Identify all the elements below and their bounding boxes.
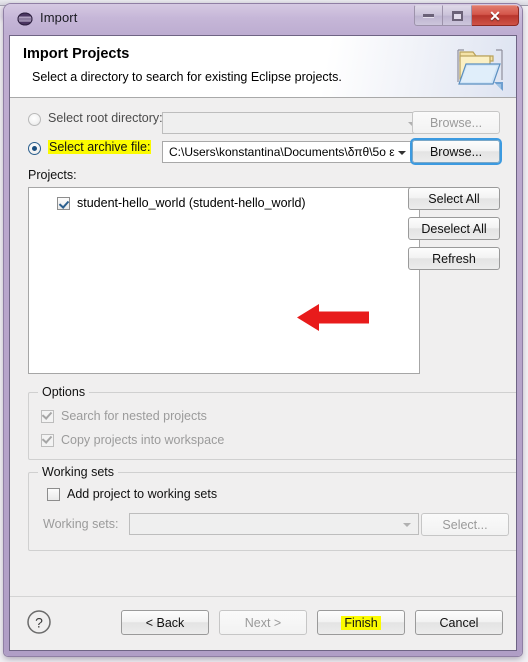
footer-buttons: < Back Next > Finish Cancel	[121, 610, 503, 635]
dialog-body: Select root directory: Browse... Select …	[10, 98, 516, 650]
dialog-footer: ? < Back Next > Finish Cancel	[10, 596, 516, 650]
next-button: Next >	[219, 610, 307, 635]
archive-file-value: C:\Users\konstantina\Documents\δπθ\5ο ε	[169, 145, 395, 159]
projects-list[interactable]: student-hello_world (student-hello_world…	[28, 187, 420, 374]
close-button[interactable]: ✕	[472, 5, 519, 26]
list-item[interactable]: student-hello_world (student-hello_world…	[29, 193, 419, 213]
window-controls: ✕	[414, 5, 519, 26]
root-directory-combo	[162, 112, 424, 134]
option-label-search-nested-projects: Search for nested projects	[61, 409, 207, 423]
back-button[interactable]: < Back	[121, 610, 209, 635]
radio-select-root-directory[interactable]	[28, 113, 41, 126]
page-title: Import Projects	[23, 46, 130, 62]
select-all-button[interactable]: Select All	[408, 187, 500, 210]
option-copy-projects-into-workspace: Copy projects into workspace	[41, 433, 224, 447]
deselect-all-button[interactable]: Deselect All	[408, 217, 500, 240]
option-label-copy-projects-into-workspace: Copy projects into workspace	[61, 433, 225, 447]
finish-button-label: Finish	[341, 615, 381, 630]
option-search-nested-projects: Search for nested projects	[41, 409, 207, 423]
checkbox-search-nested-projects	[41, 409, 54, 423]
finish-button[interactable]: Finish	[317, 610, 405, 635]
window-title: Import	[40, 10, 78, 25]
radio-select-archive-file[interactable]	[28, 142, 41, 155]
source-row-archive-file: Select archive file: C:\Users\konstantin…	[10, 138, 516, 163]
project-checkbox[interactable]	[57, 196, 70, 210]
archive-file-combo[interactable]: C:\Users\konstantina\Documents\δπθ\5ο ε	[162, 141, 414, 163]
eclipse-globe-icon	[17, 11, 33, 27]
checkbox-add-project-to-working-sets[interactable]	[47, 487, 60, 501]
cancel-button[interactable]: Cancel	[415, 610, 503, 635]
svg-text:?: ?	[35, 615, 43, 631]
working-sets-combo	[129, 513, 419, 535]
next-button-label: Next >	[244, 615, 282, 630]
maximize-icon	[451, 10, 463, 21]
working-sets-label: Working sets:	[43, 517, 119, 531]
import-dialog-window: Import ✕ Import Projects Select a direct…	[4, 4, 522, 656]
add-project-to-working-sets-row[interactable]: Add project to working sets	[47, 487, 217, 501]
maximize-button[interactable]	[443, 5, 472, 26]
projects-label: Projects:	[28, 168, 77, 182]
working-sets-select-button: Select...	[421, 513, 509, 536]
radio-label-archive-file: Select archive file:	[48, 140, 152, 154]
browse-archive-file-button[interactable]: Browse...	[412, 140, 500, 163]
open-folder-icon	[450, 38, 508, 96]
radio-label-root-directory: Select root directory:	[48, 111, 163, 125]
source-row-root-directory: Select root directory: Browse...	[10, 109, 516, 134]
minimize-icon	[423, 14, 434, 17]
checkbox-copy-projects-into-workspace	[41, 433, 54, 447]
cancel-button-label: Cancel	[439, 615, 479, 630]
minimize-button[interactable]	[414, 5, 443, 26]
dialog-client-area: Import Projects Select a directory to se…	[9, 35, 517, 651]
options-group: Options Search for nested projects Copy …	[28, 385, 516, 460]
title-bar[interactable]: Import ✕	[4, 4, 522, 34]
page-subtitle: Select a directory to search for existin…	[32, 70, 342, 84]
close-icon: ✕	[489, 7, 501, 24]
working-sets-group-title: Working sets	[38, 465, 119, 479]
working-sets-group: Working sets Add project to working sets…	[28, 465, 516, 551]
refresh-button[interactable]: Refresh	[408, 247, 500, 270]
add-project-to-working-sets-label: Add project to working sets	[67, 487, 218, 501]
help-icon[interactable]: ?	[26, 609, 52, 635]
chevron-down-icon	[403, 523, 411, 527]
chevron-down-icon	[398, 151, 406, 155]
back-button-label: < Back	[145, 615, 185, 630]
project-label: student-hello_world (student-hello_world…	[77, 196, 306, 210]
working-sets-row: Working sets: Select...	[43, 513, 509, 536]
browse-root-directory-button: Browse...	[412, 111, 500, 134]
projects-actions: Select All Deselect All Refresh	[408, 187, 500, 277]
options-group-title: Options	[38, 385, 90, 399]
wizard-header: Import Projects Select a directory to se…	[10, 36, 516, 98]
